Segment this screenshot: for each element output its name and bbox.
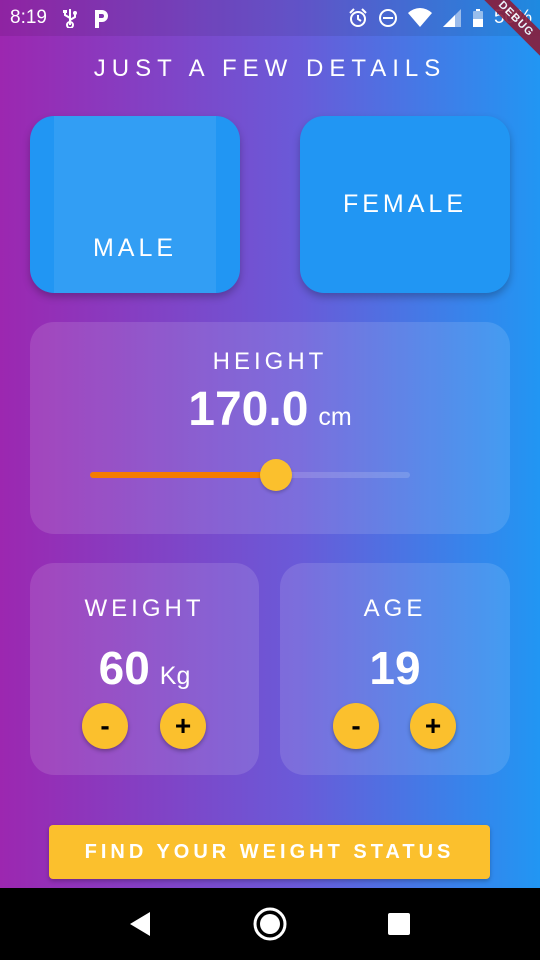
p-app-icon [93, 8, 109, 28]
dnd-icon [378, 8, 398, 28]
age-minus-button[interactable]: - [333, 703, 379, 749]
weight-panel: WEIGHT 60 Kg - + [30, 563, 259, 775]
signal-icon [442, 8, 462, 28]
height-slider[interactable] [90, 459, 410, 491]
weight-value: 60 [98, 642, 150, 694]
weight-label: WEIGHT [84, 595, 205, 622]
height-value-row: 170.0 cm [30, 382, 510, 437]
weight-unit: Kg [159, 662, 191, 690]
age-plus-button[interactable]: + [410, 703, 456, 749]
height-value: 170.0 [188, 383, 309, 436]
height-panel: HEIGHT 170.0 cm [30, 322, 510, 534]
male-card[interactable]: MALE [30, 116, 240, 293]
alarm-icon [348, 8, 368, 28]
height-label: HEIGHT [212, 348, 328, 375]
weight-minus-button[interactable]: - [82, 703, 128, 749]
back-icon[interactable] [126, 910, 154, 938]
weight-plus-button[interactable]: + [160, 703, 206, 749]
age-label: AGE [363, 595, 427, 622]
wifi-icon [407, 8, 432, 28]
slider-thumb[interactable] [259, 459, 292, 491]
find-weight-status-button[interactable]: FIND YOUR WEIGHT STATUS [49, 825, 490, 879]
male-label: MALE [92, 234, 178, 262]
age-panel: AGE 19 - + [280, 563, 510, 775]
status-bar: 8:19 50% [0, 0, 540, 36]
female-card[interactable]: FEMALE [300, 116, 510, 293]
navigation-bar [0, 888, 540, 960]
battery-icon [472, 8, 484, 28]
female-label: FEMALE [342, 190, 468, 218]
weight-value-row: 60 Kg [30, 641, 259, 695]
recents-icon[interactable] [386, 911, 412, 937]
age-value: 19 [369, 642, 421, 694]
age-value-row: 19 [280, 641, 510, 695]
height-unit: cm [318, 403, 352, 431]
status-time: 8:19 [10, 7, 47, 28]
slider-fill [90, 472, 276, 478]
status-left: 8:19 [10, 7, 109, 29]
page-title: JUST A FEW DETAILS [93, 55, 447, 82]
app-screen: 8:19 50% DEBU [0, 0, 540, 888]
usb-icon [61, 8, 79, 28]
home-icon[interactable] [252, 906, 288, 942]
